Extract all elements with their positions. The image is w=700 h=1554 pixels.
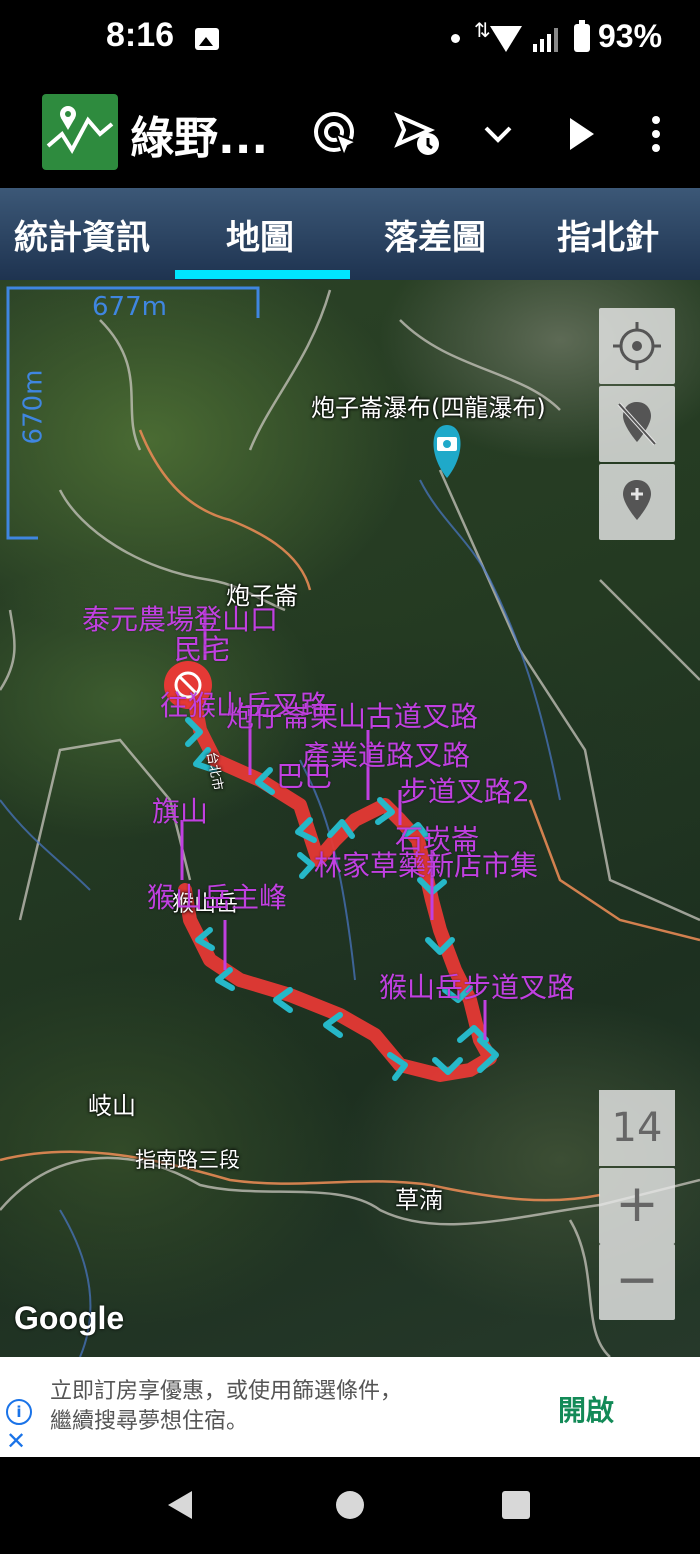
ad-text: 立即訂房享優惠，或使用篩選條件， 繼續搜尋夢想住宿。 [50,1377,470,1437]
place-waterfall: 炮子崙瀑布(四龍瀑布) [311,394,546,422]
waypoint-label: 猴山岳主峰 [147,881,288,914]
notification-dot-icon [451,34,460,43]
place-qishan-west: 岐山 [88,1092,136,1120]
recents-icon[interactable] [500,1489,532,1521]
tab-elevation[interactable]: 落差圖 [384,210,486,259]
zoom-level: 14 [599,1090,675,1166]
more-vert-icon[interactable] [630,108,682,160]
gps-target-icon[interactable] [310,108,362,160]
status-bar: 8:16 ⇅ 93% [0,0,700,80]
app-title: 綠野... [130,113,269,164]
cell-signal-icon [533,28,558,52]
app-logo-icon [42,94,118,170]
ad-open-button[interactable]: 開啟 [558,1389,614,1429]
hide-markers-button[interactable] [599,386,675,462]
zoom-in-button[interactable]: + [599,1168,675,1244]
waypoint-label: 猴山岳步道叉路 [379,971,576,1004]
back-icon[interactable] [162,1487,198,1523]
gallery-notification-icon [195,28,219,50]
add-marker-button[interactable] [599,464,675,540]
google-attribution: Google [14,1300,125,1336]
tab-compass[interactable]: 指北針 [557,210,659,259]
navigate-timer-icon[interactable] [392,108,444,160]
waypoint-label: 炮仔崙栗山古道叉路 [226,700,479,733]
app-bar: 綠野... [0,80,700,188]
waypoint-label: 旗山 [152,795,209,828]
active-tab-indicator [175,270,350,279]
chevron-down-icon[interactable] [472,108,524,160]
crosshair-icon [613,322,661,370]
place-zhinan-road: 指南路三段 [135,1148,240,1172]
satellite-map[interactable]: 677m 670m 炮子崙瀑布(四龍瀑布) 炮子崙 岐山 指南路三段 草湳 猴山… [0,280,700,1357]
zoom-out-button[interactable]: − [599,1244,675,1320]
map-overlay [0,286,700,1357]
tab-statistics[interactable]: 統計資訊 [14,210,150,259]
ad-info-icon[interactable]: i [6,1399,32,1425]
ad-text-line2: 繼續搜尋夢想住宿。 [50,1409,249,1434]
battery-percent: 93% [598,18,663,54]
waypoint-label: 林家草藥新店市集 [314,849,539,882]
system-nav-bar [0,1457,700,1554]
waypoint-label: 步道叉路2 [400,775,530,808]
waypoint-label: 民宅 [174,633,231,666]
status-time: 8:16 [106,16,175,54]
home-icon[interactable] [334,1489,366,1521]
data-transfer-icon: ⇅ [474,18,491,42]
place-caonan: 草湳 [395,1186,443,1214]
wifi-icon [490,26,522,52]
ad-banner[interactable]: i ✕ 立即訂房享優惠，或使用篩選條件， 繼續搜尋夢想住宿。 開啟 [0,1357,700,1457]
my-location-button[interactable] [599,308,675,384]
ad-close-icon[interactable]: ✕ [6,1427,26,1455]
play-icon[interactable] [554,108,606,160]
add-location-icon [623,480,651,520]
scale-vertical-label: 670m [18,369,49,445]
ad-text-line1: 立即訂房享優惠，或使用篩選條件， [50,1379,403,1404]
tab-bar: 統計資訊 地圖 落差圖 指北針 [0,188,700,280]
location-off-icon [617,402,657,446]
scale-horizontal-label: 677m [92,292,167,322]
tab-map[interactable]: 地圖 [226,210,294,259]
waypoint-label: 巴巴 [276,760,333,793]
battery-icon [574,20,590,52]
